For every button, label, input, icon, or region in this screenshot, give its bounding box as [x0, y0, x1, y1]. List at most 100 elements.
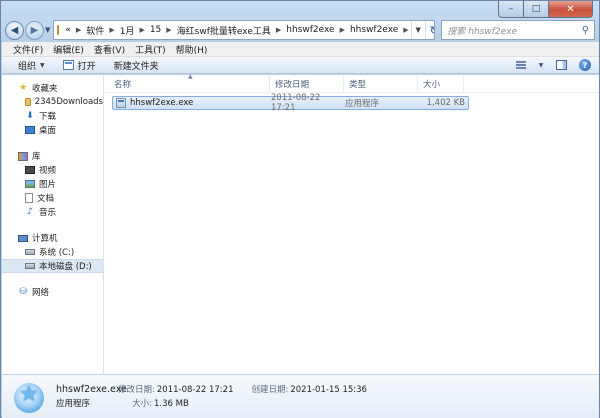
chevron-down-icon: ▼	[40, 61, 45, 69]
video-icon	[25, 166, 35, 174]
breadcrumb-item[interactable]: 软件	[83, 24, 107, 37]
details-row-1: hhswf2exe.exe 修改日期: 2011-08-22 17:21 创建日…	[56, 383, 367, 397]
navigation-pane[interactable]: ★ 收藏夹 2345Downloads ⬇ 下载 桌面 库 视频 图片 文档 ♪…	[2, 75, 104, 374]
nav-item-videos[interactable]: 视频	[2, 163, 103, 177]
application-icon	[62, 60, 74, 70]
organize-button[interactable]: 组织 ▼	[12, 59, 51, 72]
column-header-name[interactable]: 名称	[104, 75, 270, 92]
menu-view[interactable]: 查看(V)	[89, 43, 130, 56]
file-list-pane[interactable]: ▲ 名称 修改日期 类型 大小 hhswf2exe.exe 2011-08-22…	[104, 73, 599, 374]
nav-libraries[interactable]: 库	[2, 149, 103, 163]
network-icon: ⛁	[19, 286, 27, 297]
organize-label: 组织	[18, 61, 37, 72]
chevron-right-icon[interactable]: ▶	[274, 26, 283, 34]
nav-label: 网络	[32, 288, 50, 298]
details-created-label: 创建日期:	[251, 384, 289, 395]
menu-edit[interactable]: 编辑(E)	[48, 43, 89, 56]
details-text: hhswf2exe.exe 修改日期: 2011-08-22 17:21 创建日…	[56, 383, 367, 411]
new-folder-label: 新建文件夹	[113, 61, 159, 72]
breadcrumb-item-current[interactable]: hhswf2exe	[347, 25, 401, 35]
nav-computer[interactable]: 计算机	[2, 231, 103, 245]
file-date: 2011-08-22 17:21	[271, 93, 321, 113]
breadcrumb-item[interactable]: hhswf2exe	[283, 25, 337, 35]
refresh-icon[interactable]: ↻	[424, 21, 434, 39]
search-placeholder: 搜索 hhswf2exe	[447, 26, 518, 37]
details-file-name: hhswf2exe.exe	[56, 383, 127, 395]
menu-file[interactable]: 文件(F)	[8, 43, 48, 56]
star-icon: ★	[19, 381, 39, 407]
nav-label: 音乐	[39, 208, 57, 218]
close-button[interactable]: ✕	[549, 1, 593, 18]
details-size-label: 大小:	[132, 398, 152, 409]
help-icon: ?	[579, 59, 591, 71]
nav-label: 系统 (C:)	[39, 248, 75, 258]
minimize-button[interactable]: –	[498, 1, 524, 18]
nav-network[interactable]: ⛁ 网络	[2, 285, 103, 299]
new-folder-button[interactable]: 新建文件夹	[108, 59, 165, 72]
column-header-type[interactable]: 类型	[344, 75, 418, 92]
sort-ascending-icon: ▲	[188, 73, 193, 80]
breadcrumb-item[interactable]: 海红swf批量转exe工具	[174, 24, 274, 37]
folder-icon	[25, 98, 31, 106]
chevron-right-icon[interactable]: ▶	[401, 26, 410, 34]
nav-item-2345downloads[interactable]: 2345Downloads	[2, 95, 103, 109]
file-name-cell: hhswf2exe.exe	[113, 98, 271, 108]
nav-label: 2345Downloads	[34, 97, 103, 107]
open-label: 打开	[77, 61, 96, 72]
forward-arrow-icon: ▶	[30, 24, 39, 36]
nav-label: 图片	[39, 180, 57, 190]
chevron-right-icon[interactable]: ▶	[338, 26, 347, 34]
file-row[interactable]: hhswf2exe.exe 2011-08-22 17:21 应用程序 1,40…	[112, 93, 469, 113]
details-pane: ★ hhswf2exe.exe 修改日期: 2011-08-22 17:21 创…	[2, 374, 599, 418]
breadcrumb-item[interactable]: 15	[147, 25, 164, 35]
chevron-right-icon[interactable]: ▶	[137, 26, 146, 34]
document-icon	[25, 193, 33, 203]
forward-button[interactable]: ▶	[25, 20, 44, 40]
download-arrow-icon: ⬇	[26, 110, 34, 121]
view-dropdown-icon[interactable]: ▼	[537, 59, 545, 72]
star-icon: ★	[18, 82, 28, 93]
nav-label: 下载	[39, 112, 57, 122]
drive-icon	[25, 249, 35, 255]
recent-pages-dropdown-icon[interactable]: ▼	[45, 26, 50, 34]
caption-buttons: – □ ✕	[498, 1, 593, 18]
nav-item-downloads[interactable]: ⬇ 下载	[2, 109, 103, 123]
computer-icon	[18, 234, 28, 242]
nav-item-desktop[interactable]: 桌面	[2, 123, 103, 137]
preview-pane-icon	[555, 60, 567, 70]
address-history-dropdown-icon[interactable]: ▼	[410, 21, 425, 39]
column-header-date[interactable]: 修改日期	[270, 75, 344, 92]
nav-label: 计算机	[32, 234, 58, 244]
search-icon[interactable]: ⚲	[576, 25, 594, 36]
desktop-icon	[25, 126, 35, 134]
nav-item-music[interactable]: ♪ 音乐	[2, 205, 103, 219]
view-controls: ▼ ?	[513, 59, 599, 72]
nav-favorites[interactable]: ★ 收藏夹	[2, 81, 103, 95]
preview-pane-button[interactable]	[553, 59, 569, 72]
address-bar[interactable]: « ▶ 软件 ▶ 1月 ▶ 15 ▶ 海红swf批量转exe工具 ▶ hhswf…	[53, 20, 436, 40]
nav-item-pictures[interactable]: 图片	[2, 177, 103, 191]
nav-item-documents[interactable]: 文档	[2, 191, 103, 205]
breadcrumb-item[interactable]: 1月	[117, 24, 138, 37]
search-input[interactable]: 搜索 hhswf2exe ⚲	[441, 20, 596, 40]
chevron-right-icon[interactable]: ▶	[107, 26, 116, 34]
breadcrumb-overflow[interactable]: «	[62, 25, 74, 35]
change-view-button[interactable]	[513, 59, 529, 72]
chevron-right-icon[interactable]: ▶	[74, 26, 83, 34]
column-header-size[interactable]: 大小	[418, 75, 464, 92]
details-modified-label: 修改日期:	[118, 384, 155, 395]
menu-help[interactable]: 帮助(H)	[171, 43, 213, 56]
address-row: ◀ ▶ ▼ « ▶ 软件 ▶ 1月 ▶ 15 ▶ 海红swf批量转exe工具 ▶…	[5, 19, 597, 41]
nav-item-drive-d[interactable]: 本地磁盘 (D:)	[2, 259, 103, 273]
back-button[interactable]: ◀	[5, 20, 24, 40]
details-row-2: 应用程序 大小: 1.36 MB	[56, 397, 367, 411]
chevron-right-icon[interactable]: ▶	[164, 26, 173, 34]
nav-label: 桌面	[39, 126, 57, 136]
nav-item-drive-c[interactable]: 系统 (C:)	[2, 245, 103, 259]
open-button[interactable]: 打开	[57, 59, 102, 72]
help-button[interactable]: ?	[577, 59, 593, 72]
menu-tools[interactable]: 工具(T)	[130, 43, 171, 56]
back-arrow-icon: ◀	[10, 24, 19, 36]
maximize-button[interactable]: □	[524, 1, 549, 18]
file-size: 1,402 KB	[426, 98, 465, 108]
